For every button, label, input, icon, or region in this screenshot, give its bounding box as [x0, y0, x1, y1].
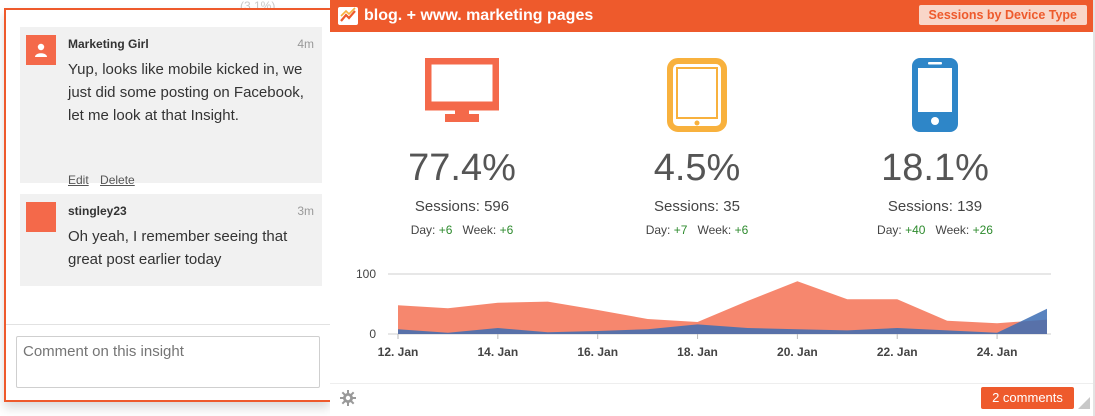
week-label: Week: — [935, 223, 970, 237]
x-tick-label: 20. Jan — [777, 345, 818, 359]
x-tick-label: 18. Jan — [677, 345, 718, 359]
edit-comment-link[interactable]: Edit — [68, 173, 89, 187]
x-tick-label: 16. Jan — [577, 345, 618, 359]
y-tick-label: 0 — [369, 327, 376, 341]
tablet-icon — [607, 58, 787, 132]
comment-author: Marketing Girl — [68, 37, 149, 51]
day-change: +40 — [905, 223, 926, 237]
user-avatar-icon — [26, 35, 56, 65]
device-change: Day: +6 Week: +6 — [372, 223, 552, 237]
day-label: Day: — [645, 223, 671, 237]
delete-comment-link[interactable]: Delete — [100, 173, 135, 187]
device-mobile: 18.1% Sessions: 139 Day: +40 Week: +26 — [845, 58, 1025, 237]
device-percent: 4.5% — [653, 147, 741, 189]
widget-title: blog. + www. marketing pages — [364, 7, 594, 24]
insight-widget: blog. + www. marketing pages Sessions by… — [330, 0, 1095, 416]
desktop-icon — [372, 58, 552, 132]
comments-panel: Marketing Girl 4m Yup, looks like mobile… — [4, 8, 330, 402]
trend-chart-icon — [338, 7, 358, 30]
x-tick-label: 12. Jan — [378, 345, 419, 359]
week-change: +26 — [972, 223, 993, 237]
day-change: +6 — [438, 223, 453, 237]
comment-time: 4m — [297, 37, 314, 51]
day-change: +7 — [673, 223, 688, 237]
week-change: +6 — [734, 223, 749, 237]
divider — [6, 324, 330, 325]
comment-author: stingley23 — [68, 204, 127, 218]
gear-icon[interactable] — [340, 390, 356, 411]
comment-actions: Edit Delete — [68, 173, 143, 187]
device-percent: 18.1% — [881, 147, 989, 189]
phone-icon — [845, 58, 1025, 132]
device-sessions: Sessions: 35 — [654, 198, 740, 215]
widget-header: blog. + www. marketing pages Sessions by… — [330, 0, 1093, 32]
device-desktop: 77.4% Sessions: 596 Day: +6 Week: +6 — [372, 58, 552, 237]
comments-count-button[interactable]: 2 comments — [981, 387, 1074, 409]
x-tick-label: 22. Jan — [877, 345, 918, 359]
day-label: Day: — [410, 223, 436, 237]
area-series-0 — [398, 281, 1047, 334]
user-avatar — [26, 202, 56, 232]
week-change: +6 — [499, 223, 514, 237]
comment-item: stingley23 3m Oh yeah, I remember seeing… — [20, 194, 322, 286]
device-percent: 77.4% — [408, 147, 516, 189]
comment-item: Marketing Girl 4m Yup, looks like mobile… — [20, 27, 322, 187]
metric-type-badge[interactable]: Sessions by Device Type — [918, 5, 1087, 25]
resize-handle-icon[interactable] — [1078, 396, 1090, 414]
week-label: Week: — [697, 223, 732, 237]
sessions-area-chart: 0 100 12. Jan 14. Jan 16. Jan 18. Jan 20. Jan 2… — [356, 267, 1051, 359]
y-tick-label: 100 — [356, 267, 376, 281]
comment-input[interactable] — [16, 336, 320, 388]
comment-time: 3m — [297, 204, 314, 218]
device-tablet: 4.5% Sessions: 35 Day: +7 Week: +6 — [607, 58, 787, 237]
device-change: Day: +7 Week: +6 — [607, 223, 787, 237]
comment-text: Oh yeah, I remember seeing that great po… — [68, 228, 288, 268]
device-sessions: Sessions: 596 — [414, 198, 510, 215]
widget-footer-divider — [330, 383, 1093, 384]
device-sessions: Sessions: 139 — [887, 198, 983, 215]
day-label: Day: — [877, 223, 902, 237]
x-tick-label: 14. Jan — [477, 345, 518, 359]
week-label: Week: — [462, 223, 497, 237]
comment-text: Yup, looks like mobile kicked in, we jus… — [68, 61, 304, 124]
device-change: Day: +40 Week: +26 — [845, 223, 1025, 237]
x-tick-label: 24. Jan — [977, 345, 1018, 359]
